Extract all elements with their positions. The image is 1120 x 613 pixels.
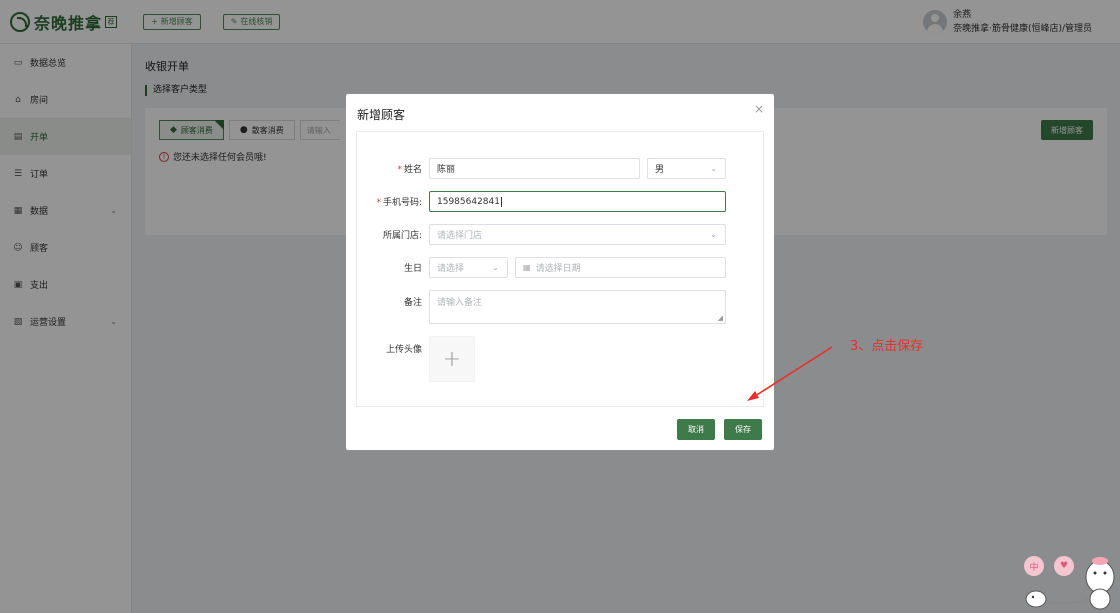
chevron-down-icon: ⌄ [710,230,717,239]
plus-icon: + [442,346,462,372]
annotation-arrow-icon [747,346,833,401]
name-field[interactable]: 陈丽 [429,158,640,179]
birthday-type-select[interactable]: 请选择 ⌄ [429,257,508,278]
gender-select[interactable]: 男 ⌄ [647,158,726,179]
calendar-icon: ▦ [523,263,531,272]
note-textarea[interactable]: 请输入备注 ◢ [429,290,726,324]
phone-label: * 手机号码: [376,198,422,208]
note-label: 备注 [403,298,422,308]
add-customer-dialog: 新增顾客 × * 姓名 陈丽 男 ⌄ * 手机号码: 15985642841 所属门… [346,94,774,450]
annotation-text: 3、点击保存 [850,339,924,354]
store-select[interactable]: 请选择门店 ⌄ [429,224,726,245]
cancel-button[interactable]: 取消 [677,419,715,440]
birthday-label: 生日 [403,264,422,274]
name-label: * 姓名 [397,165,422,175]
dialog-title: 新增顾客 [357,108,406,122]
store-label: 所属门店: [382,231,422,241]
chevron-down-icon: ⌄ [492,263,499,272]
chevron-down-icon: ⌄ [710,164,717,173]
avatar-upload-button[interactable]: + [429,336,475,382]
save-button[interactable]: 保存 [724,419,762,440]
close-icon[interactable]: × [754,102,764,116]
dialog-form: * 姓名 陈丽 男 ⌄ * 手机号码: 15985642841 所属门店: 请选择门… [356,131,764,407]
birthday-date-picker[interactable]: ▦ 请选择日期 [515,257,726,278]
phone-field[interactable]: 15985642841 [429,191,726,212]
avatar-upload-label: 上传头像 [385,345,422,355]
mascot-icon[interactable] [1022,555,1118,613]
resize-handle-icon[interactable]: ◢ [718,314,723,322]
